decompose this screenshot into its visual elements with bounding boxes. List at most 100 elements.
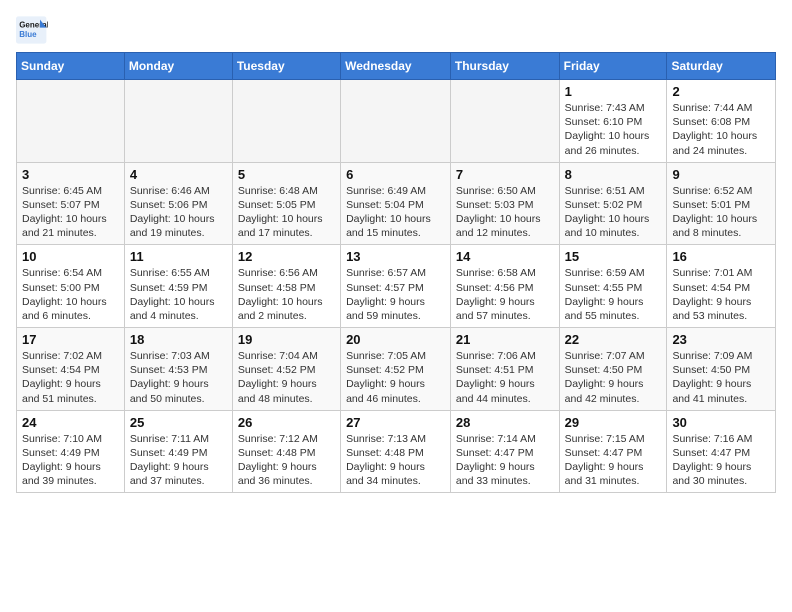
calendar-day-22: 22 Sunrise: 7:07 AMSunset: 4:50 PMDayligh… <box>559 328 667 411</box>
header-monday: Monday <box>124 53 232 80</box>
day-number: 13 <box>346 249 445 264</box>
day-info: Sunrise: 7:07 AMSunset: 4:50 PMDaylight:… <box>565 349 662 406</box>
day-info: Sunrise: 6:58 AMSunset: 4:56 PMDaylight:… <box>456 266 554 323</box>
day-number: 29 <box>565 415 662 430</box>
calendar-day-13: 13 Sunrise: 6:57 AMSunset: 4:57 PMDayligh… <box>341 245 451 328</box>
day-number: 25 <box>130 415 227 430</box>
day-number: 22 <box>565 332 662 347</box>
calendar-day-5: 5Sunrise: 6:48 AMSunset: 5:05 PMDaylight… <box>232 162 340 245</box>
day-number: 27 <box>346 415 445 430</box>
calendar-day-25: 25 Sunrise: 7:11 AMSunset: 4:49 PMDayligh… <box>124 410 232 493</box>
day-info: Sunrise: 6:57 AMSunset: 4:57 PMDaylight:… <box>346 266 445 323</box>
header: General Blue <box>16 16 776 44</box>
calendar-empty <box>17 80 125 163</box>
calendar-day-23: 23 Sunrise: 7:09 AMSunset: 4:50 PMDayligh… <box>667 328 776 411</box>
day-number: 26 <box>238 415 335 430</box>
svg-text:Blue: Blue <box>19 30 37 39</box>
calendar-day-2: 2Sunrise: 7:44 AMSunset: 6:08 PMDaylight… <box>667 80 776 163</box>
day-number: 6 <box>346 167 445 182</box>
calendar: SundayMondayTuesdayWednesdayThursdayFrid… <box>16 52 776 493</box>
day-number: 30 <box>672 415 770 430</box>
calendar-empty <box>341 80 451 163</box>
day-number: 3 <box>22 167 119 182</box>
calendar-day-20: 20 Sunrise: 7:05 AMSunset: 4:52 PMDayligh… <box>341 328 451 411</box>
day-number: 28 <box>456 415 554 430</box>
calendar-day-1: 1Sunrise: 7:43 AMSunset: 6:10 PMDaylight… <box>559 80 667 163</box>
day-number: 21 <box>456 332 554 347</box>
calendar-header-row: SundayMondayTuesdayWednesdayThursdayFrid… <box>17 53 776 80</box>
calendar-week-5: 24Sunrise: 7:10 AMSunset: 4:49 PMDayligh… <box>17 410 776 493</box>
calendar-empty <box>232 80 340 163</box>
logo-icon: General Blue <box>16 16 48 44</box>
calendar-day-3: 3 Sunrise: 6:45 AMSunset: 5:07 PMDaylight… <box>17 162 125 245</box>
day-info: Sunrise: 7:12 AMSunset: 4:48 PMDaylight:… <box>238 432 335 489</box>
day-number: 19 <box>238 332 335 347</box>
day-info: Sunrise: 6:51 AMSunset: 5:02 PMDaylight:… <box>565 184 662 241</box>
day-number: 1 <box>565 84 662 99</box>
calendar-day-21: 21 Sunrise: 7:06 AMSunset: 4:51 PMDayligh… <box>450 328 559 411</box>
day-number: 18 <box>130 332 227 347</box>
day-info: Sunrise: 7:13 AMSunset: 4:48 PMDaylight:… <box>346 432 445 489</box>
calendar-day-17: 17 Sunrise: 7:02 AMSunset: 4:54 PMDayligh… <box>17 328 125 411</box>
day-info: Sunrise: 7:03 AMSunset: 4:53 PMDaylight:… <box>130 349 227 406</box>
logo: General Blue <box>16 16 48 44</box>
day-info: Sunrise: 6:50 AMSunset: 5:03 PMDaylight:… <box>456 184 554 241</box>
header-friday: Friday <box>559 53 667 80</box>
day-number: 9 <box>672 167 770 182</box>
calendar-day-19: 19 Sunrise: 7:04 AMSunset: 4:52 PMDayligh… <box>232 328 340 411</box>
calendar-day-8: 8 Sunrise: 6:51 AMSunset: 5:02 PMDaylight… <box>559 162 667 245</box>
calendar-day-14: 14 Sunrise: 6:58 AMSunset: 4:56 PMDayligh… <box>450 245 559 328</box>
day-number: 10 <box>22 249 119 264</box>
day-number: 17 <box>22 332 119 347</box>
day-info: Sunrise: 6:48 AMSunset: 5:05 PMDaylight:… <box>238 184 335 241</box>
day-info: Sunrise: 7:06 AMSunset: 4:51 PMDaylight:… <box>456 349 554 406</box>
calendar-day-30: 30Sunrise: 7:16 AMSunset: 4:47 PMDayligh… <box>667 410 776 493</box>
header-saturday: Saturday <box>667 53 776 80</box>
calendar-empty <box>124 80 232 163</box>
calendar-week-4: 17 Sunrise: 7:02 AMSunset: 4:54 PMDayligh… <box>17 328 776 411</box>
calendar-day-9: 9 Sunrise: 6:52 AMSunset: 5:01 PMDaylight… <box>667 162 776 245</box>
header-thursday: Thursday <box>450 53 559 80</box>
header-wednesday: Wednesday <box>341 53 451 80</box>
day-info: Sunrise: 6:52 AMSunset: 5:01 PMDaylight:… <box>672 184 770 241</box>
calendar-day-6: 6 Sunrise: 6:49 AMSunset: 5:04 PMDaylight… <box>341 162 451 245</box>
day-number: 4 <box>130 167 227 182</box>
calendar-day-12: 12 Sunrise: 6:56 AMSunset: 4:58 PMDayligh… <box>232 245 340 328</box>
calendar-day-18: 18 Sunrise: 7:03 AMSunset: 4:53 PMDayligh… <box>124 328 232 411</box>
day-info: Sunrise: 7:05 AMSunset: 4:52 PMDaylight:… <box>346 349 445 406</box>
day-info: Sunrise: 6:49 AMSunset: 5:04 PMDaylight:… <box>346 184 445 241</box>
day-info: Sunrise: 6:46 AMSunset: 5:06 PMDaylight:… <box>130 184 227 241</box>
day-info: Sunrise: 7:14 AMSunset: 4:47 PMDaylight:… <box>456 432 554 489</box>
calendar-day-16: 16 Sunrise: 7:01 AMSunset: 4:54 PMDayligh… <box>667 245 776 328</box>
day-number: 23 <box>672 332 770 347</box>
calendar-day-24: 24Sunrise: 7:10 AMSunset: 4:49 PMDayligh… <box>17 410 125 493</box>
day-info: Sunrise: 7:04 AMSunset: 4:52 PMDaylight:… <box>238 349 335 406</box>
day-info: Sunrise: 6:55 AMSunset: 4:59 PMDaylight:… <box>130 266 227 323</box>
day-info: Sunrise: 7:02 AMSunset: 4:54 PMDaylight:… <box>22 349 119 406</box>
day-info: Sunrise: 6:45 AMSunset: 5:07 PMDaylight:… <box>22 184 119 241</box>
calendar-day-26: 26 Sunrise: 7:12 AMSunset: 4:48 PMDayligh… <box>232 410 340 493</box>
day-info: Sunrise: 7:01 AMSunset: 4:54 PMDaylight:… <box>672 266 770 323</box>
day-number: 20 <box>346 332 445 347</box>
day-number: 15 <box>565 249 662 264</box>
day-number: 2 <box>672 84 770 99</box>
day-info: Sunrise: 6:56 AMSunset: 4:58 PMDaylight:… <box>238 266 335 323</box>
calendar-day-28: 28 Sunrise: 7:14 AMSunset: 4:47 PMDayligh… <box>450 410 559 493</box>
calendar-day-15: 15 Sunrise: 6:59 AMSunset: 4:55 PMDayligh… <box>559 245 667 328</box>
day-number: 8 <box>565 167 662 182</box>
day-info: Sunrise: 7:11 AMSunset: 4:49 PMDaylight:… <box>130 432 227 489</box>
day-number: 12 <box>238 249 335 264</box>
day-number: 16 <box>672 249 770 264</box>
calendar-day-7: 7 Sunrise: 6:50 AMSunset: 5:03 PMDaylight… <box>450 162 559 245</box>
day-info: Sunrise: 6:59 AMSunset: 4:55 PMDaylight:… <box>565 266 662 323</box>
day-number: 14 <box>456 249 554 264</box>
day-number: 7 <box>456 167 554 182</box>
calendar-week-2: 3 Sunrise: 6:45 AMSunset: 5:07 PMDaylight… <box>17 162 776 245</box>
day-info: Sunrise: 6:54 AMSunset: 5:00 PMDaylight:… <box>22 266 119 323</box>
day-info: Sunrise: 7:09 AMSunset: 4:50 PMDaylight:… <box>672 349 770 406</box>
header-sunday: Sunday <box>17 53 125 80</box>
day-number: 24 <box>22 415 119 430</box>
calendar-week-1: 1Sunrise: 7:43 AMSunset: 6:10 PMDaylight… <box>17 80 776 163</box>
calendar-empty <box>450 80 559 163</box>
calendar-day-10: 10 Sunrise: 6:54 AMSunset: 5:00 PMDayligh… <box>17 245 125 328</box>
